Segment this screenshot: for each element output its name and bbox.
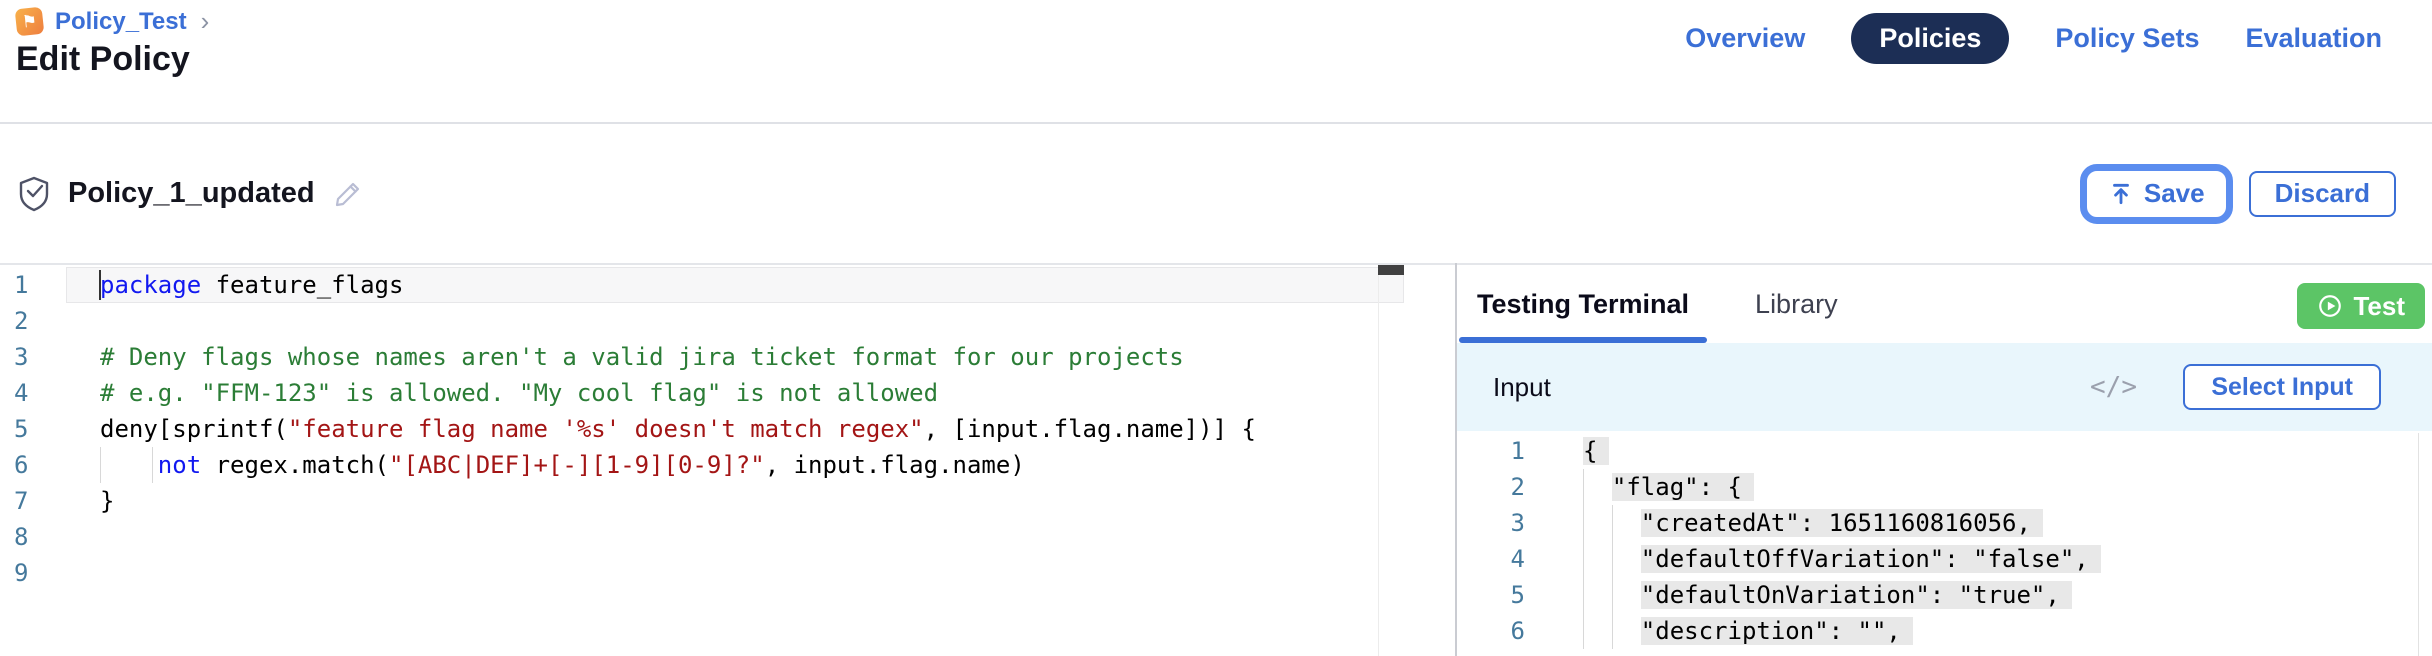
editor-lines: 1 package feature_flags 23 # Deny flags who… [0,267,1404,591]
editor-line-4[interactable]: 4 # e.g. "FFM-123" is allowed. "My cool f… [0,375,1404,411]
chevron-right-icon: › [201,6,210,37]
code-text: { [1583,433,1609,469]
editor-line-6[interactable]: 6 not regex.match("[ABC|DEF]+[-][1-9][0-… [0,447,1404,483]
input-json-lines[interactable]: 1{2 "flag": {3 "createdAt": 165116081605… [1457,433,2432,649]
code-text: "defaultOffVariation": "false", [1583,541,2101,577]
input-scrollbar-track[interactable] [2418,433,2419,656]
testing-panel: Testing Terminal Library Test Input </> S… [1457,265,2432,656]
line-number: 6 [14,447,28,483]
input-line-6[interactable]: 6 "description": "", [1457,613,2432,649]
code-text: } [100,483,114,519]
line-number: 1 [14,267,28,303]
line-number: 5 [1485,577,1525,613]
shield-check-icon [18,176,50,212]
nav-item-policy-sets[interactable]: Policy Sets [2055,23,2199,54]
code-text: # Deny flags whose names aren't a valid … [100,339,1184,375]
feature-flags-module-icon: ⚑ [15,7,45,37]
line-number: 7 [14,483,28,519]
tab-library[interactable]: Library [1737,265,1856,343]
save-button-label: Save [2144,178,2205,209]
line-number: 5 [14,411,28,447]
panel-tabs-row: Testing Terminal Library Test [1457,265,2432,343]
editor-line-1[interactable]: 1 package feature_flags [0,267,1404,303]
line-number: 8 [14,519,28,555]
line-number: 9 [14,555,28,591]
input-line-4[interactable]: 4 "defaultOffVariation": "false", [1457,541,2432,577]
save-button-focus-ring: Save [2080,164,2233,224]
panel-tabs: Testing Terminal Library [1459,265,1856,343]
code-text: not regex.match("[ABC|DEF]+[-][1-9][0-9]… [100,447,1025,483]
input-line-5[interactable]: 5 "defaultOnVariation": "true", [1457,577,2432,613]
upload-icon [2108,181,2134,207]
edit-pencil-icon[interactable] [333,179,363,209]
test-button[interactable]: Test [2297,283,2425,329]
policy-identity: Policy_1_updated [18,124,363,263]
save-button[interactable]: Save [2090,174,2223,214]
policy-editor-screen: ⚑ Policy_Test › Edit Policy Overview Poli… [0,0,2432,656]
line-number: 4 [1485,541,1525,577]
module-nav: Overview Policies Policy Sets Evaluation [1685,10,2382,66]
toolbar-actions: Save Discard [2080,124,2396,263]
code-text: deny[sprintf("feature flag name '%s' doe… [100,411,1256,447]
text-cursor [99,270,101,300]
editor-scrollbar-track[interactable] [1378,265,1379,656]
editor-line-8[interactable]: 8 [0,519,1404,555]
editor-line-5[interactable]: 5 deny[sprintf("feature flag name '%s' do… [0,411,1404,447]
tab-testing-terminal[interactable]: Testing Terminal [1459,265,1707,343]
line-number: 6 [1485,613,1525,649]
code-view-icon[interactable]: </> [2090,343,2137,431]
input-line-2[interactable]: 2 "flag": { [1457,469,2432,505]
nav-item-evaluation[interactable]: Evaluation [2245,23,2382,54]
breadcrumb: ⚑ Policy_Test › [16,6,209,37]
input-label: Input [1493,343,1551,431]
code-text: "description": "", [1583,613,1913,649]
input-line-1[interactable]: 1{ [1457,433,2432,469]
code-text: package feature_flags [100,267,403,303]
nav-item-policies[interactable]: Policies [1851,13,2009,64]
code-text: "flag": { [1583,469,1754,505]
input-header-bar: Input </> Select Input [1457,343,2432,431]
line-number: 2 [14,303,28,339]
editor-line-7[interactable]: 7} [0,483,1404,519]
breadcrumb-project-link[interactable]: Policy_Test [55,8,187,36]
select-input-button[interactable]: Select Input [2183,364,2381,410]
line-number: 3 [1485,505,1525,541]
line-number: 1 [1485,433,1525,469]
code-text: # e.g. "FFM-123" is allowed. "My cool fl… [100,375,938,411]
line-number: 4 [14,375,28,411]
line-number: 3 [14,339,28,375]
editor-line-3[interactable]: 3 # Deny flags whose names aren't a valid… [0,339,1404,375]
code-text: "defaultOnVariation": "true", [1583,577,2072,613]
page-title: Edit Policy [16,40,190,79]
code-text: "createdAt": 1651160816056, [1583,505,2043,541]
page-header: ⚑ Policy_Test › Edit Policy Overview Poli… [0,0,2432,122]
line-number: 2 [1485,469,1525,505]
policy-toolbar: Policy_1_updated Save Dis [0,124,2432,263]
editor-line-2[interactable]: 2 [0,303,1404,339]
play-icon [2317,293,2343,319]
nav-item-overview[interactable]: Overview [1685,23,1805,54]
editor-line-9[interactable]: 9 [0,555,1404,591]
editor-scrollbar-thumb[interactable] [1378,265,1404,275]
test-button-label: Test [2353,291,2405,322]
policy-name: Policy_1_updated [68,177,315,210]
discard-button[interactable]: Discard [2249,171,2396,217]
input-line-3[interactable]: 3 "createdAt": 1651160816056, [1457,505,2432,541]
rego-code-editor[interactable]: 1 package feature_flags 23 # Deny flags who… [0,265,1404,656]
